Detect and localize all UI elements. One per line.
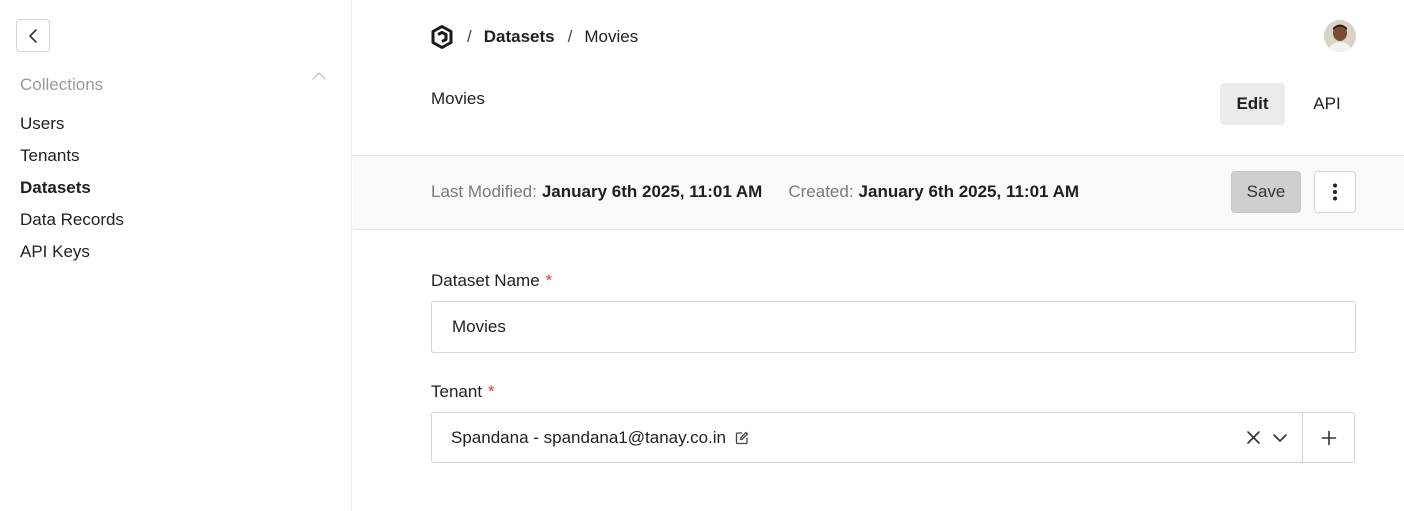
- dataset-name-label-text: Dataset Name: [431, 271, 540, 290]
- sidebar-item-datasets[interactable]: Datasets: [20, 172, 124, 204]
- edit-tab-button[interactable]: Edit: [1220, 83, 1285, 125]
- collections-section-header: Collections: [20, 72, 330, 97]
- dataset-name-input[interactable]: [431, 301, 1356, 353]
- tenant-select: Spandana - spandana1@tanay.co.in: [431, 412, 1355, 463]
- vertical-dots-icon: [1333, 183, 1337, 201]
- sidebar-item-users[interactable]: Users: [20, 108, 124, 140]
- sidebar: Collections Users Tenants Datasets Data …: [0, 0, 352, 511]
- required-mark: *: [545, 271, 553, 290]
- sidebar-item-api-keys[interactable]: API Keys: [20, 236, 124, 268]
- meta-info: Last Modified: January 6th 2025, 11:01 A…: [431, 182, 1105, 202]
- sidebar-item-data-records[interactable]: Data Records: [20, 204, 124, 236]
- created-value: January 6th 2025, 11:01 AM: [858, 182, 1080, 201]
- last-modified-label: Last Modified:: [431, 182, 537, 201]
- breadcrumb-current: Movies: [584, 27, 639, 46]
- back-button[interactable]: [16, 19, 50, 52]
- user-avatar[interactable]: [1324, 20, 1356, 52]
- required-mark: *: [488, 382, 495, 401]
- chevron-left-icon: [29, 28, 37, 43]
- save-button[interactable]: Save: [1231, 171, 1301, 213]
- main-content: / Datasets / Movies Movies Edit API Last…: [353, 0, 1404, 511]
- chevron-down-icon[interactable]: [1272, 430, 1288, 446]
- chevron-up-icon[interactable]: [310, 69, 328, 83]
- last-modified-value: January 6th 2025, 11:01 AM: [541, 182, 763, 201]
- breadcrumb-separator: /: [567, 27, 573, 46]
- edit-icon[interactable]: [735, 431, 749, 445]
- hexagon-logo-icon[interactable]: [431, 25, 453, 49]
- created-label: Created:: [788, 182, 854, 201]
- breadcrumb: / Datasets / Movies: [431, 24, 638, 50]
- tenant-select-value: Spandana - spandana1@tanay.co.in: [451, 427, 726, 447]
- sidebar-item-tenants[interactable]: Tenants: [20, 140, 124, 172]
- tenant-label-text: Tenant: [431, 382, 483, 401]
- dataset-name-label: Dataset Name *: [431, 271, 552, 291]
- more-options-button[interactable]: [1314, 171, 1356, 213]
- page-title: Movies: [431, 89, 485, 108]
- plus-icon: [1321, 430, 1336, 445]
- breadcrumb-datasets[interactable]: Datasets: [484, 27, 555, 47]
- breadcrumb-separator: /: [467, 27, 472, 46]
- clear-icon[interactable]: [1246, 430, 1261, 445]
- add-tenant-button[interactable]: [1302, 413, 1354, 462]
- tenant-label: Tenant *: [431, 382, 495, 402]
- tenant-select-control[interactable]: Spandana - spandana1@tanay.co.in: [432, 413, 1302, 462]
- section-title: Collections: [20, 75, 104, 94]
- api-tab-button[interactable]: API: [1297, 83, 1357, 125]
- sidebar-nav: Users Tenants Datasets Data Records API …: [20, 108, 124, 268]
- meta-bar: Last Modified: January 6th 2025, 11:01 A…: [353, 155, 1404, 230]
